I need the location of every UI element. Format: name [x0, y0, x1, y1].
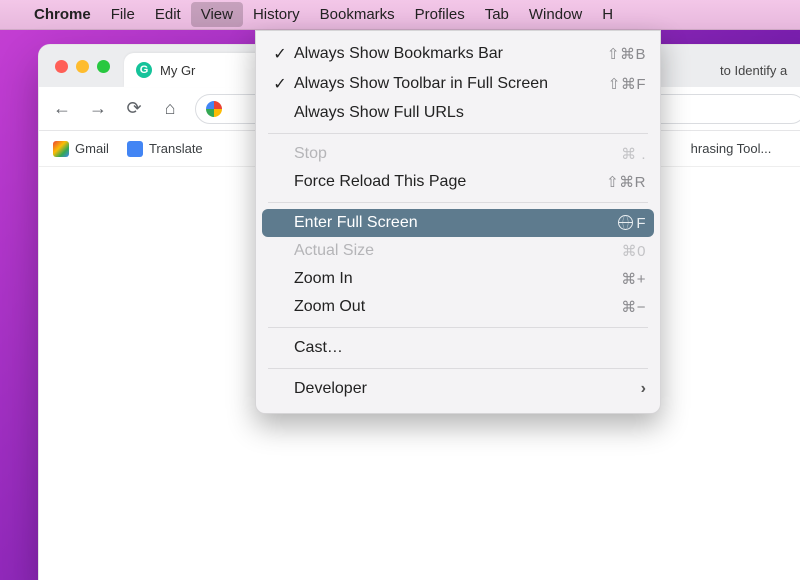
menu-item-label: Developer — [294, 380, 641, 398]
menu-item-label: Force Reload This Page — [294, 173, 596, 191]
menubar-window[interactable]: Window — [519, 2, 592, 27]
menu-item-always-show-full-urls[interactable]: Always Show Full URLs — [256, 99, 660, 127]
tab-favicon: G — [136, 62, 152, 78]
menu-item-label: Always Show Bookmarks Bar — [294, 45, 597, 63]
menubar-view[interactable]: View — [191, 2, 243, 27]
menu-item-zoom-out[interactable]: Zoom Out ⌘− — [256, 293, 660, 321]
menu-shortcut: ⌘ . — [621, 145, 646, 163]
menu-item-zoom-in[interactable]: Zoom In ⌘+ — [256, 265, 660, 293]
menu-item-cast[interactable]: Cast… — [256, 334, 660, 362]
menu-item-label: Zoom In — [294, 270, 611, 288]
view-menu-dropdown: ✓Always Show Bookmarks Bar⇧⌘B✓Always Sho… — [255, 30, 661, 414]
check-icon: ✓ — [270, 44, 290, 64]
menu-item-enter-full-screen[interactable]: Enter Full Screen F — [262, 209, 654, 237]
home-button[interactable]: ⌂ — [159, 98, 181, 119]
menu-item-label: Zoom Out — [294, 298, 611, 316]
traffic-lights — [55, 60, 110, 73]
menubar-history[interactable]: History — [243, 2, 310, 27]
bookmark-gmail[interactable]: Gmail — [53, 141, 109, 157]
google-icon — [206, 101, 222, 117]
forward-button[interactable]: → — [87, 98, 109, 119]
menu-shortcut: ⌘0 — [622, 242, 646, 260]
menu-shortcut: ⇧⌘F — [608, 75, 646, 93]
menu-item-always-show-toolbar-in-full-screen[interactable]: ✓Always Show Toolbar in Full Screen ⇧⌘F — [256, 69, 660, 99]
window-minimize-icon[interactable] — [76, 60, 89, 73]
bookmark-label: hrasing Tool... — [691, 141, 772, 156]
bookmark-label: Translate — [149, 141, 203, 156]
menubar-app[interactable]: Chrome — [24, 2, 101, 27]
menu-item-force-reload-this-page[interactable]: Force Reload This Page ⇧⌘R — [256, 168, 660, 196]
window-zoom-icon[interactable] — [97, 60, 110, 73]
check-icon: ✓ — [270, 74, 290, 94]
window-close-icon[interactable] — [55, 60, 68, 73]
menu-item-label: Always Show Toolbar in Full Screen — [294, 75, 598, 93]
menu-item-label: Cast… — [294, 339, 646, 357]
menu-item-actual-size: Actual Size ⌘0 — [256, 237, 660, 265]
bookmark-phrasing[interactable]: hrasing Tool... — [691, 141, 772, 156]
menu-shortcut: ⌘− — [621, 298, 646, 316]
menu-item-label: Enter Full Screen — [294, 214, 608, 232]
menubar-help[interactable]: H — [592, 2, 623, 27]
bookmark-translate[interactable]: Translate — [127, 141, 203, 157]
menu-shortcut: ⇧⌘B — [607, 45, 646, 63]
menubar-edit[interactable]: Edit — [145, 2, 191, 27]
menubar-file[interactable]: File — [101, 2, 145, 27]
gmail-icon — [53, 141, 69, 157]
translate-icon — [127, 141, 143, 157]
menu-item-label: Stop — [294, 145, 611, 163]
menu-item-stop: Stop ⌘ . — [256, 140, 660, 168]
menu-shortcut: ⌘+ — [621, 270, 646, 288]
tab-title: My Gr — [160, 63, 195, 78]
menu-item-always-show-bookmarks-bar[interactable]: ✓Always Show Bookmarks Bar ⇧⌘B — [256, 39, 660, 69]
back-button[interactable]: ← — [51, 98, 73, 119]
menubar-bookmarks[interactable]: Bookmarks — [310, 2, 405, 27]
menubar-tab[interactable]: Tab — [475, 2, 519, 27]
menu-item-developer[interactable]: Developer› — [256, 375, 660, 403]
menu-item-label: Always Show Full URLs — [294, 104, 646, 122]
submenu-arrow-icon: › — [641, 380, 646, 398]
menubar-profiles[interactable]: Profiles — [405, 2, 475, 27]
macos-menubar: Chrome File Edit View History Bookmarks … — [0, 0, 800, 30]
menu-item-label: Actual Size — [294, 242, 612, 260]
browser-tab[interactable]: to Identify a ✕ — [708, 53, 800, 87]
menu-shortcut: ⇧⌘R — [606, 173, 646, 191]
reload-button[interactable]: ⟳ — [123, 98, 145, 119]
bookmark-label: Gmail — [75, 141, 109, 156]
tab-title: to Identify a — [720, 63, 787, 78]
globe-icon — [618, 215, 633, 230]
menu-shortcut: F — [618, 215, 646, 232]
